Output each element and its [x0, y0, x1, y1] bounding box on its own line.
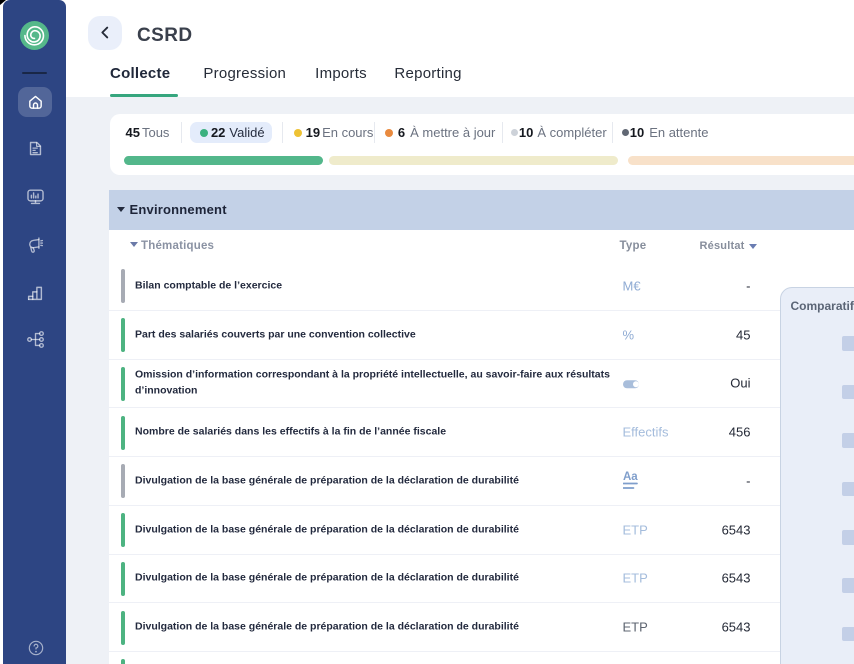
svg-text:Aa: Aa: [623, 471, 638, 483]
